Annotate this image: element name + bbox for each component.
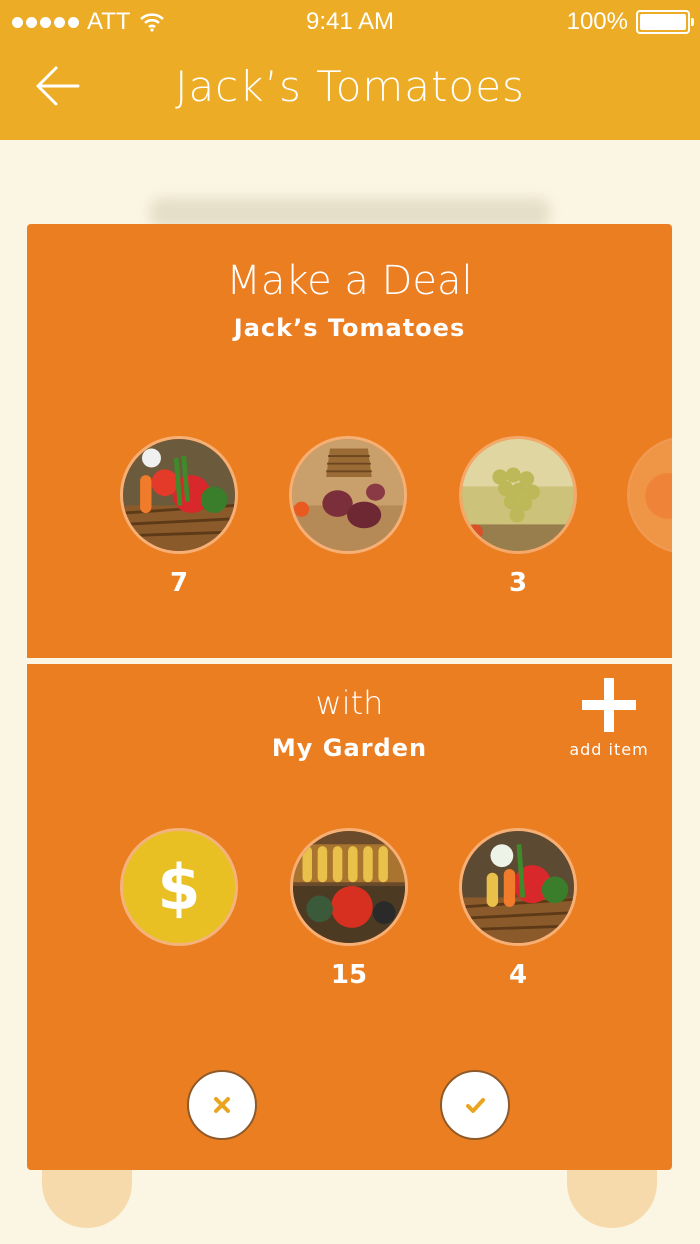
status-bar: ATT 9:41 AM 100% — [0, 0, 700, 44]
their-item-3-count: 3 — [508, 568, 528, 598]
close-icon — [214, 1097, 230, 1113]
their-item-3[interactable]: 3 — [459, 436, 577, 600]
deal-their-items-panel: Make a Deal Jack’s Tomatoes 7 3 — [27, 224, 672, 658]
accept-button[interactable] — [440, 1070, 510, 1140]
deal-seller-name: Jack’s Tomatoes — [233, 314, 466, 342]
deal-my-items-panel: with My Garden add item $ 15 4 — [27, 664, 672, 1170]
my-item-2[interactable]: 4 — [459, 828, 577, 992]
dollar-icon: $ — [120, 828, 238, 946]
corn-tomato-basket-image — [290, 828, 408, 946]
add-item-label: add item — [569, 740, 649, 759]
my-item-1[interactable]: 15 — [290, 828, 408, 992]
plus-icon — [582, 678, 636, 732]
grapes-image — [459, 436, 577, 554]
page-title: Jack’s Tomatoes — [175, 62, 525, 111]
their-item-1[interactable]: 7 — [120, 436, 238, 600]
my-item-1-count: 15 — [330, 960, 368, 990]
their-item-4[interactable] — [627, 436, 672, 600]
decline-button[interactable] — [187, 1070, 257, 1140]
add-item-button[interactable]: add item — [567, 678, 651, 759]
battery-percent: 100% — [566, 8, 628, 35]
nav-bar: Jack’s Tomatoes — [0, 44, 700, 140]
checkmark-icon — [466, 1098, 485, 1113]
vegetable-basket-image — [120, 436, 238, 554]
their-item-4-count — [627, 568, 672, 600]
background-item-right — [567, 1168, 657, 1228]
my-item-2-count: 4 — [508, 960, 528, 990]
beets-basket-image — [289, 436, 407, 554]
money-item[interactable]: $ — [120, 828, 238, 946]
their-item-1-count: 7 — [169, 568, 189, 598]
their-item-2[interactable] — [289, 436, 407, 600]
battery-info: 100% — [566, 8, 694, 36]
their-item-2-count — [289, 568, 407, 600]
background-item-left — [42, 1168, 132, 1228]
deal-title: Make a Deal — [226, 258, 473, 304]
produce-image-partial — [627, 436, 672, 554]
vegetable-basket-image — [459, 828, 577, 946]
battery-icon — [636, 10, 694, 34]
